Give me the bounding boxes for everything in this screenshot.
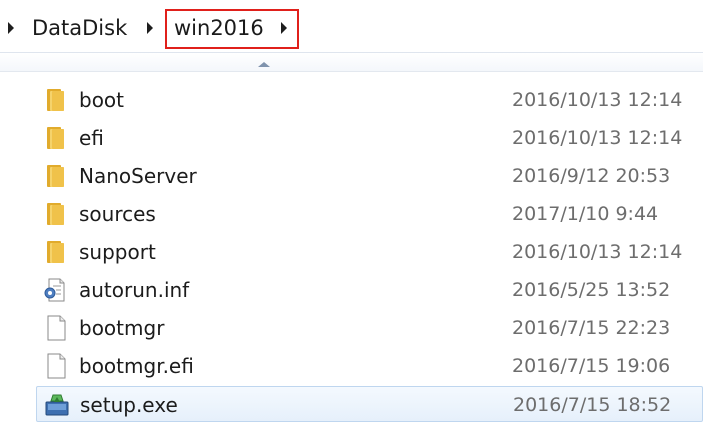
blank-file-icon — [47, 315, 66, 341]
folder-icon — [47, 89, 64, 111]
file-name[interactable]: bootmgr — [79, 316, 164, 340]
file-date: 2016/7/15 18:52 — [513, 394, 672, 416]
file-name[interactable]: sources — [79, 202, 156, 226]
folder-icon — [47, 127, 64, 149]
file-name[interactable]: efi — [79, 126, 104, 150]
file-name[interactable]: setup.exe — [80, 393, 178, 417]
file-row-setup-exe[interactable]: setup.exe 2016/7/15 18:52 — [36, 386, 703, 422]
file-name[interactable]: bootmgr.efi — [79, 354, 194, 378]
file-name[interactable]: boot — [79, 88, 124, 112]
folder-icon — [47, 165, 64, 187]
breadcrumb-chevron-icon[interactable] — [147, 22, 153, 34]
file-row-nanoserver[interactable]: NanoServer 2016/9/12 20:53 — [36, 158, 703, 194]
file-date: 2016/10/13 12:14 — [512, 89, 683, 111]
file-row-sources[interactable]: sources 2017/1/10 9:44 — [36, 196, 703, 232]
file-name[interactable]: autorun.inf — [79, 278, 189, 302]
file-row-efi[interactable]: efi 2016/10/13 12:14 — [36, 120, 703, 156]
breadcrumb-item-datadisk[interactable]: DataDisk — [32, 16, 127, 40]
sort-ascending-icon — [258, 62, 270, 67]
column-header-name[interactable] — [0, 53, 703, 72]
file-date: 2016/10/13 12:14 — [512, 127, 683, 149]
file-row-boot[interactable]: boot 2016/10/13 12:14 — [36, 82, 703, 118]
highlight-box — [165, 9, 299, 49]
file-date: 2016/7/15 19:06 — [512, 355, 671, 377]
file-date: 2016/5/25 13:52 — [512, 279, 671, 301]
folder-icon — [47, 203, 64, 225]
settings-file-icon — [44, 278, 65, 302]
file-row-autorun[interactable]: autorun.inf 2016/5/25 13:52 — [36, 272, 703, 308]
installer-icon — [45, 394, 69, 416]
breadcrumb-chevron-icon[interactable] — [8, 22, 14, 34]
explorer-window: DataDisk win2016 boot 2016/10/13 12:14 e… — [0, 0, 703, 423]
file-date: 2016/7/15 22:23 — [512, 317, 671, 339]
file-name[interactable]: support — [79, 240, 156, 264]
file-row-support[interactable]: support 2016/10/13 12:14 — [36, 234, 703, 270]
file-date: 2016/10/13 12:14 — [512, 241, 683, 263]
file-date: 2017/1/10 9:44 — [512, 203, 659, 225]
breadcrumb[interactable]: DataDisk win2016 — [0, 0, 703, 53]
file-name[interactable]: NanoServer — [79, 164, 197, 188]
folder-icon — [47, 241, 64, 263]
file-date: 2016/9/12 20:53 — [512, 165, 671, 187]
blank-file-icon — [47, 353, 66, 379]
file-row-bootmgr-efi[interactable]: bootmgr.efi 2016/7/15 19:06 — [36, 348, 703, 384]
file-row-bootmgr[interactable]: bootmgr 2016/7/15 22:23 — [36, 310, 703, 346]
